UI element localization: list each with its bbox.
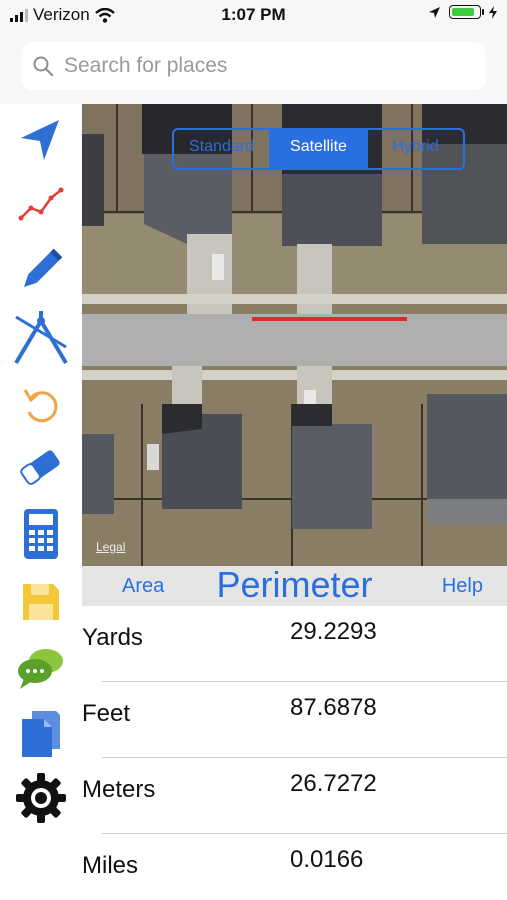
map-imagery xyxy=(82,104,507,566)
unit-value: 26.7272 xyxy=(290,770,377,797)
unit-value: 87.6878 xyxy=(290,694,377,721)
result-row: Yards 29.2293 xyxy=(82,606,507,682)
chat-icon xyxy=(18,649,63,689)
measure-button[interactable] xyxy=(5,306,77,370)
calculator-icon xyxy=(24,509,58,559)
status-bar: Verizon 1:07 PM xyxy=(0,0,507,32)
unit-value: 29.2293 xyxy=(290,618,377,645)
segment-standard[interactable]: Standard xyxy=(174,130,269,168)
location-services-icon xyxy=(429,6,440,18)
undo-button[interactable] xyxy=(5,372,77,436)
unit-label: Miles xyxy=(82,852,139,879)
location-button[interactable] xyxy=(5,108,77,172)
files-button[interactable] xyxy=(5,702,77,766)
legal-link[interactable]: Legal xyxy=(96,540,125,554)
search-field[interactable] xyxy=(22,42,486,90)
erase-button[interactable] xyxy=(5,436,77,500)
mode-bar: Area Perimeter Help xyxy=(82,564,507,606)
share-button[interactable] xyxy=(5,636,77,700)
location-arrow-icon xyxy=(21,120,59,160)
search-icon xyxy=(33,56,54,77)
pencil-icon xyxy=(24,248,63,287)
satellite-map[interactable]: Standard Satellite Hybrid Legal xyxy=(82,104,507,566)
segment-hybrid[interactable]: Hybrid xyxy=(366,130,463,168)
settings-gear-icon xyxy=(16,773,66,823)
unit-label: Yards xyxy=(82,624,143,651)
result-row: Miles 0.0166 xyxy=(82,834,507,900)
save-button[interactable] xyxy=(5,570,77,634)
unit-value: 0.0166 xyxy=(290,846,364,873)
eraser-icon xyxy=(20,450,60,485)
result-row: Feet 87.6878 xyxy=(82,682,507,758)
battery-icon xyxy=(449,5,484,19)
charging-icon xyxy=(489,5,497,19)
save-icon xyxy=(23,584,59,620)
map-type-control: Standard Satellite Hybrid xyxy=(172,128,465,170)
help-button[interactable]: Help xyxy=(442,575,483,598)
draw-button[interactable] xyxy=(5,238,77,302)
line-chart-icon xyxy=(18,187,64,221)
undo-icon xyxy=(23,389,58,423)
settings-button[interactable] xyxy=(5,766,77,830)
path-button[interactable] xyxy=(5,172,77,236)
dividers-icon xyxy=(14,311,68,365)
calculator-button[interactable] xyxy=(5,502,77,566)
result-row: Meters 26.7272 xyxy=(82,758,507,834)
unit-label: Feet xyxy=(82,700,131,727)
search-input[interactable] xyxy=(62,53,466,79)
tool-sidebar xyxy=(0,104,82,824)
segment-satellite[interactable]: Satellite xyxy=(269,130,366,168)
house-roofs-top xyxy=(82,104,507,246)
document-icon xyxy=(22,711,60,757)
unit-label: Meters xyxy=(82,776,156,803)
search-bar xyxy=(0,32,507,105)
